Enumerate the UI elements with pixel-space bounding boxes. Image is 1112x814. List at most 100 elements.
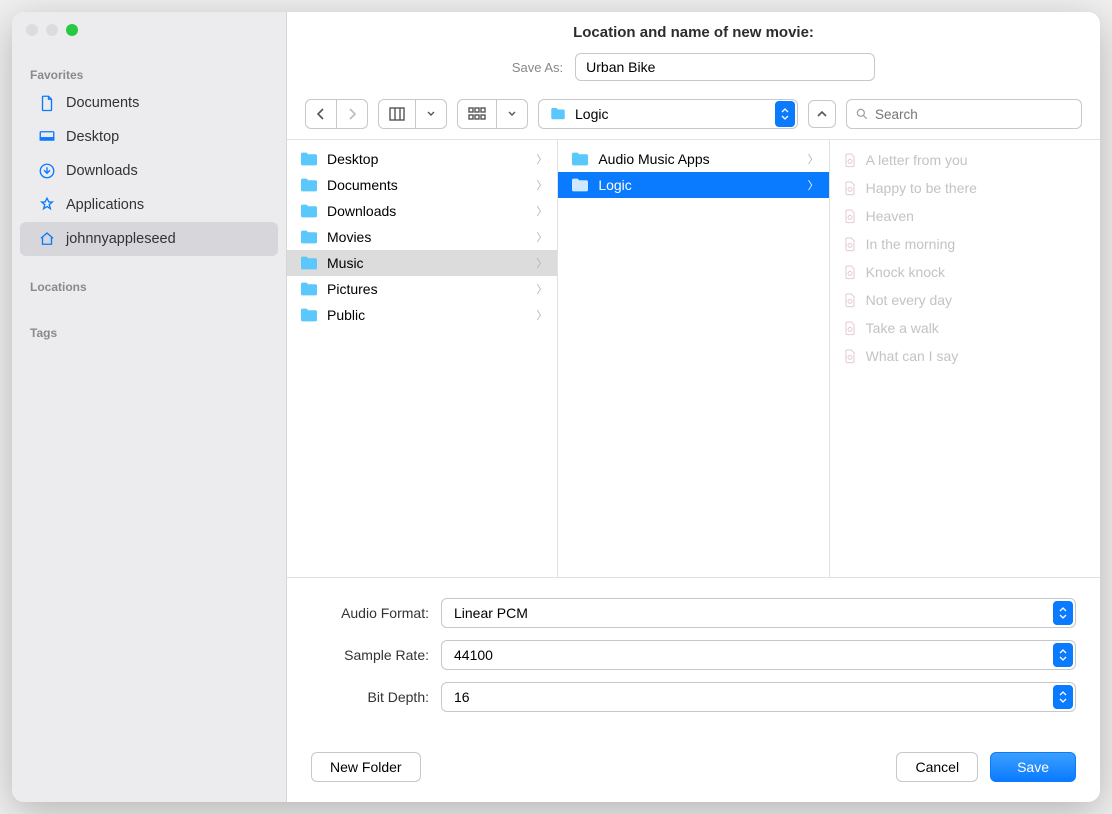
sidebar-item-label: Downloads (66, 163, 138, 179)
toolbar: Logic (287, 93, 1100, 140)
row-label: Logic (598, 177, 631, 193)
column-0: Desktop〉Documents〉Downloads〉Movies〉Music… (287, 140, 558, 577)
save-as-label: Save As: (512, 60, 563, 75)
folder-row[interactable]: Desktop〉 (287, 146, 557, 172)
nav-segment (305, 99, 368, 129)
sidebar-item-applications[interactable]: Applications (20, 188, 278, 222)
chevron-right-icon: 〉 (536, 177, 547, 193)
sample-rate-label: Sample Rate: (311, 647, 429, 663)
row-label: Movies (327, 229, 371, 245)
option-audio-format: Audio Format: Linear PCM (311, 598, 1076, 628)
sidebar-item-downloads[interactable]: Downloads (20, 154, 278, 188)
stepper-icon (1053, 685, 1073, 709)
sidebar: Favorites Documents Desktop Downloads Ap… (12, 12, 287, 802)
folder-row[interactable]: Pictures〉 (287, 276, 557, 302)
audio-format-label: Audio Format: (311, 605, 429, 621)
stepper-icon (775, 101, 795, 127)
sidebar-item-label: Documents (66, 95, 139, 111)
sidebar-item-home[interactable]: johnnyappleseed (20, 222, 278, 256)
download-icon (38, 162, 56, 180)
sidebar-header-locations: Locations (12, 272, 286, 298)
view-columns-dropdown[interactable] (416, 100, 446, 128)
file-row: A letter from you (830, 146, 1100, 174)
applications-icon (38, 196, 56, 214)
bit-depth-label: Bit Depth: (311, 689, 429, 705)
folder-row[interactable]: Documents〉 (287, 172, 557, 198)
folder-row[interactable]: Downloads〉 (287, 198, 557, 224)
file-icon (842, 235, 858, 253)
file-row: In the morning (830, 230, 1100, 258)
chevron-right-icon: 〉 (536, 255, 547, 271)
column-browser: Desktop〉Documents〉Downloads〉Movies〉Music… (287, 140, 1100, 578)
file-icon (842, 151, 858, 169)
folder-icon (299, 151, 319, 167)
file-icon (842, 207, 858, 225)
save-dialog-window: Favorites Documents Desktop Downloads Ap… (12, 12, 1100, 802)
row-label: What can I say (866, 348, 959, 364)
collapse-button[interactable] (808, 100, 836, 128)
file-row: Heaven (830, 202, 1100, 230)
footer: New Folder Cancel Save (287, 734, 1100, 802)
close-window-button[interactable] (26, 24, 38, 36)
group-button[interactable] (458, 100, 497, 128)
file-row: What can I say (830, 342, 1100, 370)
view-columns-segment (378, 99, 447, 129)
cancel-button[interactable]: Cancel (896, 752, 978, 782)
back-button[interactable] (306, 100, 337, 128)
save-as-row: Save As: (287, 49, 1100, 93)
minimize-window-button[interactable] (46, 24, 58, 36)
folder-icon (299, 255, 319, 271)
chevron-right-icon: 〉 (536, 281, 547, 297)
row-label: Knock knock (866, 264, 945, 280)
chevron-right-icon: 〉 (536, 307, 547, 323)
folder-icon (299, 203, 319, 219)
column-1: Audio Music Apps〉 Logic 〉 (558, 140, 829, 577)
home-icon (38, 230, 56, 248)
folder-row[interactable]: Audio Music Apps〉 (558, 146, 828, 172)
window-controls (26, 24, 78, 36)
row-label: Audio Music Apps (598, 151, 709, 167)
file-icon (842, 319, 858, 337)
search-icon (855, 107, 869, 121)
folder-row[interactable]: Public〉 (287, 302, 557, 328)
sidebar-item-desktop[interactable]: Desktop (20, 120, 278, 154)
sample-rate-select[interactable]: 44100 (441, 640, 1076, 670)
sidebar-item-label: johnnyappleseed (66, 231, 176, 247)
forward-button[interactable] (337, 100, 367, 128)
sidebar-item-label: Desktop (66, 129, 119, 145)
folder-icon (299, 281, 319, 297)
path-selector[interactable]: Logic (538, 99, 798, 129)
audio-format-value: Linear PCM (454, 605, 528, 621)
zoom-window-button[interactable] (66, 24, 78, 36)
search-input[interactable] (875, 107, 1073, 122)
file-icon (842, 347, 858, 365)
file-row: Knock knock (830, 258, 1100, 286)
file-row: Not every day (830, 286, 1100, 314)
stepper-icon (1053, 643, 1073, 667)
row-label: Heaven (866, 208, 914, 224)
folder-row[interactable]: Music〉 (287, 250, 557, 276)
chevron-right-icon: 〉 (536, 151, 547, 167)
chevron-right-icon: 〉 (808, 177, 819, 193)
view-columns-button[interactable] (379, 100, 416, 128)
stepper-icon (1053, 601, 1073, 625)
group-dropdown[interactable] (497, 100, 527, 128)
save-button[interactable]: Save (990, 752, 1076, 782)
folder-icon (570, 177, 590, 193)
sidebar-item-documents[interactable]: Documents (20, 86, 278, 120)
row-label: In the morning (866, 236, 956, 252)
file-icon (842, 179, 858, 197)
search-box[interactable] (846, 99, 1082, 129)
folder-icon (299, 177, 319, 193)
bit-depth-value: 16 (454, 689, 470, 705)
save-as-input[interactable] (575, 53, 875, 81)
document-icon (38, 94, 56, 112)
desktop-icon (38, 128, 56, 146)
sample-rate-value: 44100 (454, 647, 493, 663)
sidebar-item-label: Applications (66, 197, 144, 213)
folder-row[interactable]: Logic 〉 (558, 172, 828, 198)
bit-depth-select[interactable]: 16 (441, 682, 1076, 712)
audio-format-select[interactable]: Linear PCM (441, 598, 1076, 628)
folder-row[interactable]: Movies〉 (287, 224, 557, 250)
new-folder-button[interactable]: New Folder (311, 752, 421, 782)
